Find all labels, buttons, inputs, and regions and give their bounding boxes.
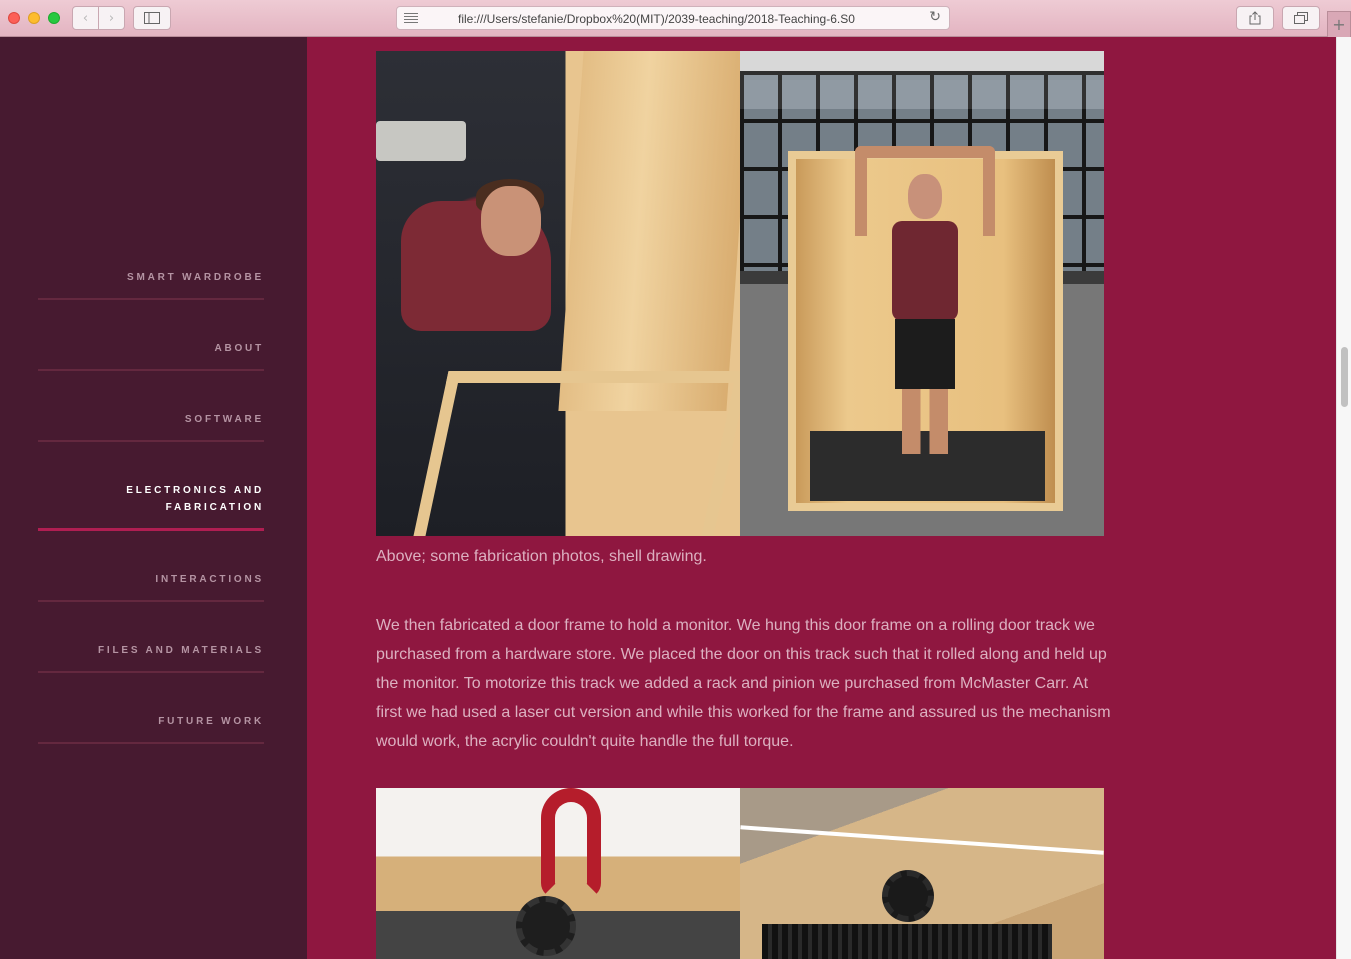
sidebar-nav: SMART WARDROBE ABOUT SOFTWARE ELECTRONIC… [0, 37, 307, 959]
scrollbar[interactable] [1336, 37, 1351, 959]
minimize-window-button[interactable] [28, 12, 40, 24]
chevron-left-icon: ‹ [82, 10, 89, 26]
nav-item-future-work[interactable]: FUTURE WORK [38, 713, 264, 744]
reader-icon[interactable] [404, 11, 418, 25]
body-paragraph: We then fabricated a door frame to hold … [376, 617, 1111, 750]
url-text[interactable]: file:///Users/stefanie/Dropbox%20(MIT)/2… [458, 12, 888, 26]
scrollbar-thumb[interactable] [1341, 347, 1348, 407]
reload-icon[interactable]: ↻ [929, 9, 941, 25]
nav-item-about[interactable]: ABOUT [38, 340, 264, 371]
nav-item-electronics-and-fabrication[interactable]: ELECTRONICS AND FABRICATION [38, 482, 264, 531]
photo-caption: Above; some fabrication photos, shell dr… [376, 548, 707, 565]
share-button[interactable] [1236, 6, 1274, 30]
photo-rack-and-pinion-gear [740, 788, 1104, 959]
sidebar-toggle-button[interactable] [133, 6, 171, 30]
nav-item-files-and-materials[interactable]: FILES AND MATERIALS [38, 642, 264, 673]
nav-item-interactions[interactable]: INTERACTIONS [38, 571, 264, 602]
chevron-right-icon: › [108, 10, 115, 26]
tabs-icon [1294, 12, 1308, 24]
nav-item-smart-wardrobe[interactable]: SMART WARDROBE [38, 269, 264, 300]
photo-wardrobe-frame [740, 51, 1104, 536]
show-tabs-button[interactable] [1282, 6, 1320, 30]
photo-fabrication-sanding [376, 51, 740, 536]
sidebar-icon [144, 12, 160, 24]
share-icon [1249, 11, 1261, 25]
photo-rack-and-pinion-led [376, 788, 740, 959]
nav-item-software[interactable]: SOFTWARE [38, 411, 264, 442]
forward-button[interactable]: › [98, 6, 125, 30]
zoom-window-button[interactable] [48, 12, 60, 24]
address-bar[interactable]: file:///Users/stefanie/Dropbox%20(MIT)/2… [396, 6, 950, 30]
new-tab-button[interactable]: + [1327, 11, 1351, 37]
main-content: Above; some fabrication photos, shell dr… [307, 37, 1336, 959]
close-window-button[interactable] [8, 12, 20, 24]
back-button[interactable]: ‹ [72, 6, 99, 30]
plus-icon: + [1332, 15, 1346, 34]
browser-toolbar: ‹ › file:///Users/stefanie/Dropbox%20(MI… [0, 0, 1351, 37]
